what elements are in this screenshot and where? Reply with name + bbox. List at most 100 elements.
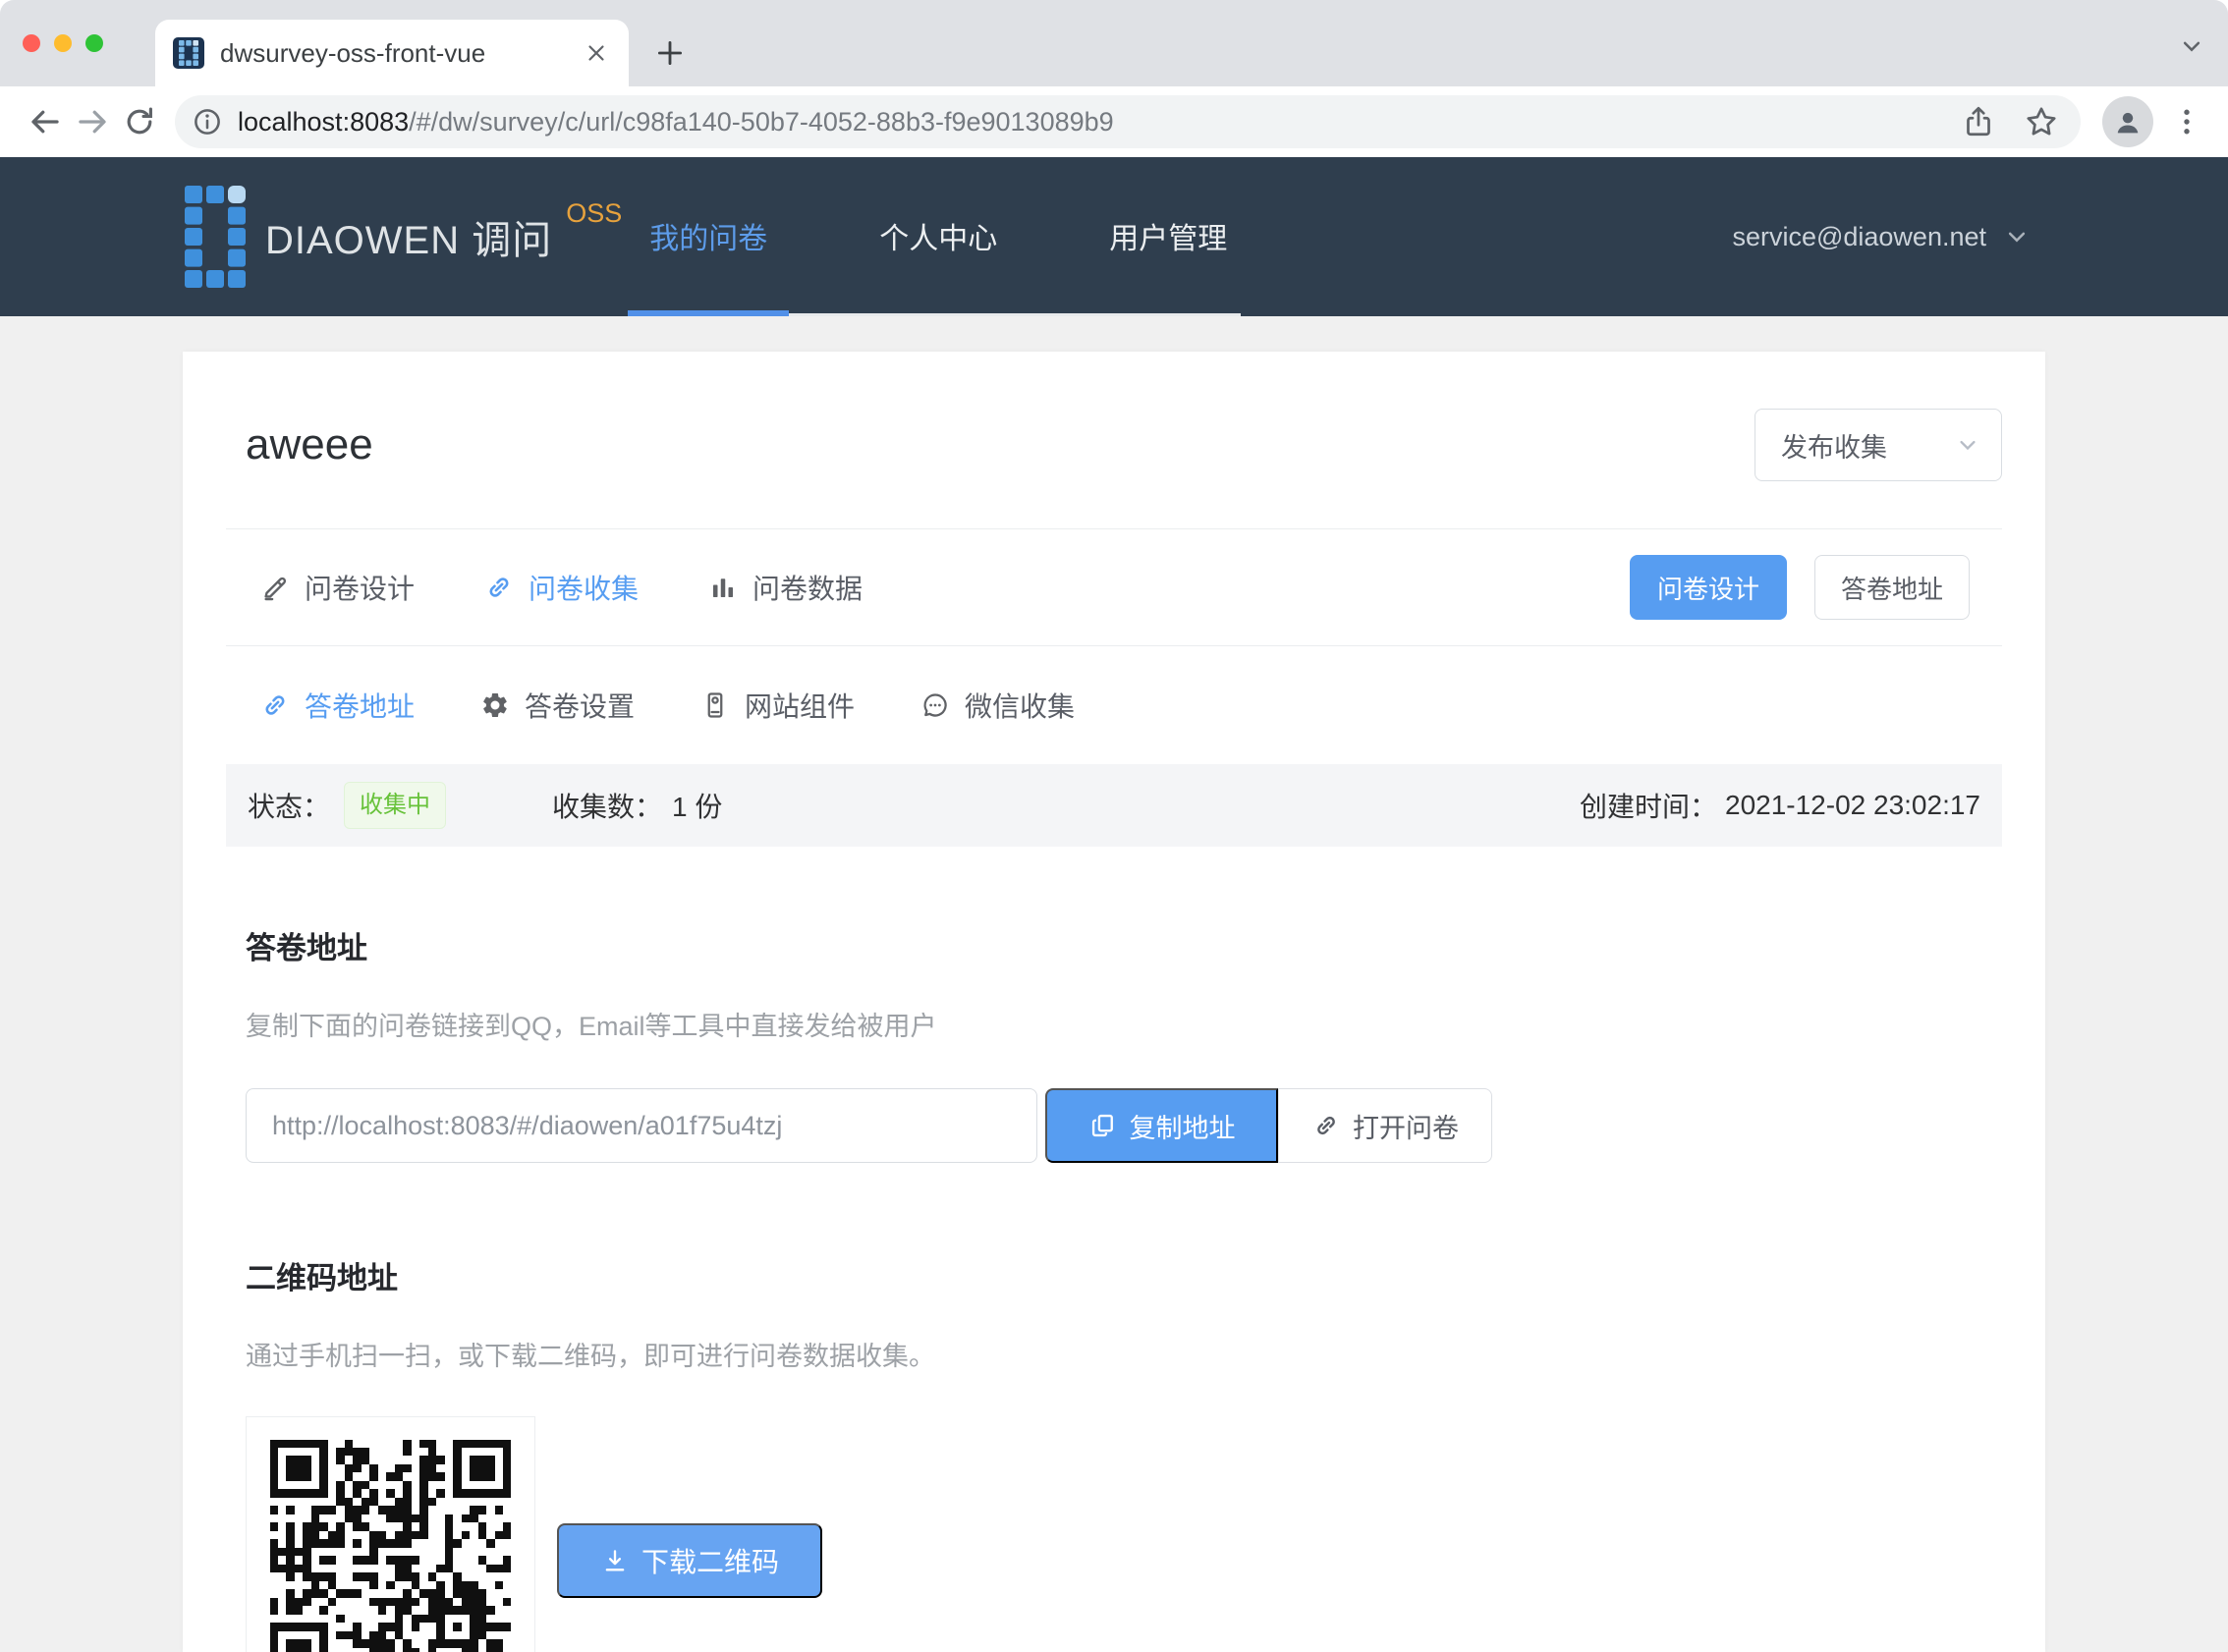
created-time: 创建时间： 2021-12-02 23:02:17 [1580, 786, 1980, 825]
download-qrcode-button[interactable]: 下载二维码 [557, 1523, 822, 1598]
nav-label: 个人中心 [879, 214, 997, 257]
title-row: aweee 发布收集 [183, 352, 2045, 528]
status-bar: 状态： 收集中 收集数： 1 份 创建时间： 2021-12-02 23:02:… [226, 764, 2002, 847]
open-survey-button[interactable]: 打开问卷 [1278, 1088, 1492, 1163]
link-icon [1311, 1111, 1341, 1140]
tab-label: 问卷数据 [752, 568, 863, 607]
share-icon[interactable] [1961, 104, 1996, 139]
subtab-label: 微信收集 [965, 686, 1075, 725]
qrcode-section: 二维码地址 通过手机扫一扫，或下载二维码，即可进行问卷数据收集。 下载二维码 [183, 1253, 2045, 1652]
maximize-window-button[interactable] [85, 34, 103, 52]
publish-select-value: 发布收集 [1781, 426, 1887, 465]
created-time-value: 2021-12-02 23:02:17 [1725, 790, 1980, 821]
browser-profile-avatar[interactable] [2102, 96, 2153, 147]
nav-label: 我的问卷 [649, 214, 767, 257]
minimize-window-button[interactable] [54, 34, 72, 52]
subtab-answer-address[interactable]: 答卷地址 [259, 686, 415, 725]
subtab-site-widget[interactable]: 网站组件 [699, 686, 855, 725]
gear-icon [479, 689, 511, 721]
tab-search-chevron-icon[interactable] [2175, 29, 2208, 63]
download-icon [600, 1546, 630, 1575]
url-text: localhost:8083/#/dw/survey/c/url/c98fa14… [238, 107, 1114, 138]
window-controls [23, 34, 103, 52]
bar-chart-icon [707, 572, 739, 603]
tab-label: 问卷收集 [529, 568, 639, 607]
collect-subtabs: 答卷地址 答卷设置 网站组件 [183, 646, 2045, 764]
collect-count: 收集数： 1 份 [552, 786, 722, 825]
link-icon [259, 689, 291, 721]
close-window-button[interactable] [23, 34, 40, 52]
brand: DIAOWEN 调问 OSS [185, 157, 622, 316]
tab-close-icon[interactable] [582, 38, 611, 68]
action-buttons: 问卷设计 答卷地址 [1630, 555, 1970, 620]
browser-window: dwsurvey-oss-front-vue localhost:8083/#/… [0, 0, 2228, 1652]
qrcode-row: 下载二维码 [246, 1416, 1982, 1652]
pencil-icon [259, 572, 291, 603]
subtab-answer-settings[interactable]: 答卷设置 [479, 686, 635, 725]
brand-badge: OSS [566, 198, 622, 229]
chat-bubble-icon [919, 689, 951, 721]
favicon-grid [178, 39, 199, 67]
app-header: DIAOWEN 调问 OSS 我的问卷 个人中心 用户管理 service@di… [0, 157, 2228, 316]
page-background: aweee 发布收集 问卷设计 问卷收集 [0, 316, 2228, 1652]
url-bar[interactable]: localhost:8083/#/dw/survey/c/url/c98fa14… [175, 95, 2081, 148]
tab-survey-design[interactable]: 问卷设计 [259, 568, 415, 607]
answer-address-button[interactable]: 答卷地址 [1814, 555, 1970, 620]
survey-tabs: 问卷设计 问卷收集 问卷数据 问卷设计 答卷地址 [183, 529, 2045, 645]
qrcode-box [246, 1416, 535, 1652]
bookmark-star-icon[interactable] [2024, 104, 2059, 139]
status-label: 状态： [248, 786, 330, 825]
new-tab-button[interactable] [652, 35, 688, 71]
reload-button[interactable] [116, 98, 163, 145]
section-heading: 二维码地址 [246, 1253, 1982, 1297]
back-button[interactable] [22, 98, 69, 145]
nav-item-personal-center[interactable]: 个人中心 [865, 157, 1011, 313]
publish-select[interactable]: 发布收集 [1755, 409, 2002, 481]
browser-tab[interactable]: dwsurvey-oss-front-vue [155, 20, 629, 86]
main-nav: 我的问卷 个人中心 用户管理 [636, 157, 1241, 316]
section-description: 复制下面的问卷链接到QQ，Email等工具中直接发给被用户 [246, 1005, 1982, 1043]
answer-url-input[interactable] [246, 1088, 1037, 1163]
collect-count-label: 收集数： [552, 786, 662, 825]
chevron-down-icon [1954, 431, 1981, 459]
status-badge: 收集中 [344, 782, 446, 829]
account-email: service@diaowen.net [1732, 222, 1986, 252]
copy-icon [1088, 1111, 1118, 1140]
tab-survey-data[interactable]: 问卷数据 [707, 568, 863, 607]
url-host: localhost:8083 [238, 107, 409, 137]
browser-menu-icon[interactable] [2167, 102, 2206, 141]
tab-title: dwsurvey-oss-front-vue [220, 38, 570, 69]
chevron-down-icon [2002, 222, 2032, 251]
favicon [173, 37, 204, 69]
answer-address-section: 答卷地址 复制下面的问卷链接到QQ，Email等工具中直接发给被用户 复制地址 [183, 923, 2045, 1163]
tab-survey-collect[interactable]: 问卷收集 [483, 568, 639, 607]
nav-label: 用户管理 [1109, 214, 1227, 257]
nav-item-user-management[interactable]: 用户管理 [1095, 157, 1241, 313]
answer-url-row: 复制地址 打开问卷 [246, 1088, 1982, 1163]
brand-name: DIAOWEN 调问 [265, 208, 552, 265]
qr-code [270, 1440, 512, 1652]
tab-label: 问卷设计 [305, 568, 415, 607]
browser-toolbar: localhost:8083/#/dw/survey/c/url/c98fa14… [0, 86, 2228, 157]
section-description: 通过手机扫一扫，或下载二维码，即可进行问卷数据收集。 [246, 1335, 1982, 1373]
collect-count-value: 1 份 [672, 786, 722, 825]
subtab-wechat-collect[interactable]: 微信收集 [919, 686, 1075, 725]
diaowen-logo-icon [185, 186, 246, 288]
browser-tabstrip: dwsurvey-oss-front-vue [0, 0, 2228, 86]
subtab-label: 答卷设置 [525, 686, 635, 725]
copy-address-button[interactable]: 复制地址 [1045, 1088, 1278, 1163]
survey-card: aweee 发布收集 问卷设计 问卷收集 [183, 352, 2045, 1652]
copy-address-label: 复制地址 [1130, 1107, 1236, 1145]
survey-design-button[interactable]: 问卷设计 [1630, 555, 1787, 620]
download-qrcode-label: 下载二维码 [641, 1541, 779, 1580]
nav-item-my-surveys[interactable]: 我的问卷 [636, 157, 781, 313]
account-menu[interactable]: service@diaowen.net [1732, 157, 2032, 316]
url-path: /#/dw/survey/c/url/c98fa140-50b7-4052-88… [409, 107, 1114, 137]
section-heading: 答卷地址 [246, 923, 1982, 967]
widget-icon [699, 689, 731, 721]
created-time-label: 创建时间： [1580, 786, 1717, 825]
site-info-icon[interactable] [191, 105, 224, 138]
url-button-group: 复制地址 打开问卷 [1045, 1088, 1492, 1163]
survey-title: aweee [246, 420, 373, 469]
forward-button[interactable] [69, 98, 116, 145]
